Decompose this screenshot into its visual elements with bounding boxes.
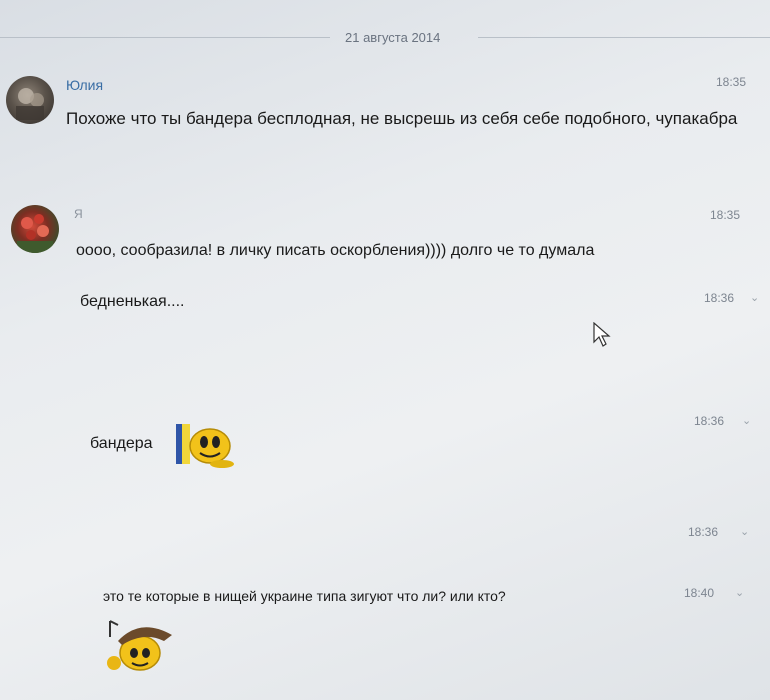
- chevron-down-icon[interactable]: ⌄: [742, 414, 751, 427]
- message-text: это те которые в нищей украине типа зигу…: [103, 588, 506, 604]
- message-time[interactable]: 18:36: [694, 414, 724, 428]
- sender-name-yulia[interactable]: Юлия: [66, 77, 103, 93]
- avatar-flowers-icon: [17, 214, 53, 253]
- date-label: 21 августа 2014: [345, 30, 441, 45]
- avatar-me[interactable]: [11, 205, 59, 253]
- divider-line-left: [0, 37, 330, 38]
- sender-name-me[interactable]: Я: [74, 207, 83, 221]
- chevron-down-icon[interactable]: ⌄: [740, 525, 749, 538]
- avatar-photo-icon: [16, 88, 44, 120]
- message-text: бедненькая....: [80, 293, 185, 310]
- divider-line-right: [478, 37, 770, 38]
- message-time[interactable]: 18:36: [688, 525, 718, 539]
- message-time[interactable]: 18:36: [704, 291, 734, 305]
- message-text: бандера: [90, 435, 153, 452]
- message-text: оооо, сообразила! в личку писать оскорбл…: [76, 242, 595, 259]
- smiley-flag-sticker-icon: [176, 424, 234, 468]
- message-time[interactable]: 18:40: [684, 586, 714, 600]
- mouse-cursor-icon: [593, 322, 611, 347]
- smiley-cap-sticker-icon: [107, 620, 172, 671]
- chevron-down-icon[interactable]: ⌄: [735, 586, 744, 599]
- message-text: Похоже что ты бандера бесплодная, не выс…: [66, 109, 738, 128]
- avatar-yulia[interactable]: [6, 76, 54, 124]
- message-time[interactable]: 18:35: [710, 208, 740, 222]
- message-time[interactable]: 18:35: [716, 75, 746, 89]
- chevron-down-icon[interactable]: ⌄: [750, 291, 759, 304]
